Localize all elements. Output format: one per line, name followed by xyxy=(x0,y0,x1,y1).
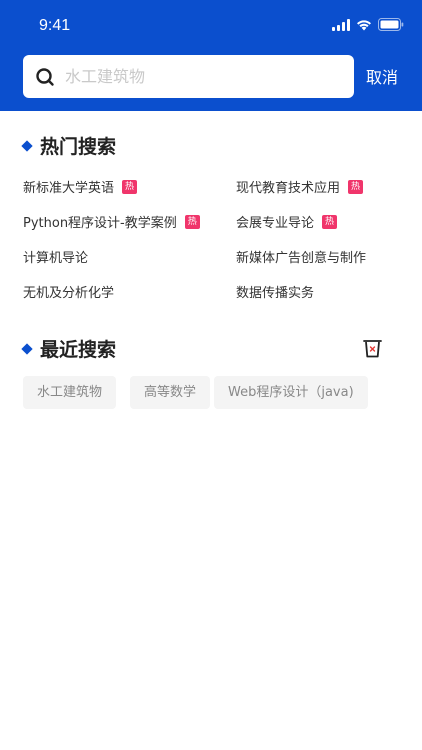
hot-badge: 热 xyxy=(122,179,138,194)
trash-icon[interactable] xyxy=(363,339,382,358)
hot-badge: 热 xyxy=(348,179,364,194)
hot-item[interactable]: 计算机导论 xyxy=(23,247,88,266)
hot-item[interactable]: 会展专业导论 热 xyxy=(236,212,338,231)
hot-item[interactable]: 现代教育技术应用 热 xyxy=(236,177,364,196)
hot-item-label: 现代教育技术应用 xyxy=(236,181,341,196)
hot-item-label: Python程序设计-教学案例 xyxy=(23,216,177,231)
status-bar: 9:41 xyxy=(0,0,422,50)
wifi-icon xyxy=(356,19,372,31)
hot-search-heading: 热门搜索 xyxy=(21,132,117,159)
cancel-button[interactable]: 取消 xyxy=(366,64,398,88)
hot-item-label: 无机及分析化学 xyxy=(23,286,115,301)
status-icons xyxy=(332,18,404,31)
diamond-bullet-icon xyxy=(21,139,33,152)
hot-item[interactable]: Python程序设计-教学案例 热 xyxy=(23,212,200,231)
hot-badge: 热 xyxy=(322,214,338,229)
status-time: 9:41 xyxy=(39,17,71,34)
header-bar: 9:41 水工建筑物 取消 xyxy=(0,0,422,111)
hot-item[interactable]: 新标准大学英语 热 xyxy=(23,177,138,196)
recent-search-chip[interactable]: 水工建筑物 xyxy=(23,376,117,409)
hot-search-title: 热门搜索 xyxy=(40,136,117,158)
hot-item[interactable]: 无机及分析化学 xyxy=(23,282,114,301)
signal-icon xyxy=(332,18,350,31)
hot-item[interactable]: 新媒体广告创意与制作 xyxy=(236,247,366,266)
search-input[interactable] xyxy=(65,63,345,90)
recent-search-chip[interactable]: 高等数学 xyxy=(130,376,211,409)
search-box[interactable] xyxy=(23,55,354,98)
hot-item-label: 新标准大学英语 xyxy=(23,181,115,196)
diamond-bullet-icon xyxy=(21,342,33,355)
recent-search-heading: 最近搜索 xyxy=(21,335,117,362)
hot-item-label: 数据传播实务 xyxy=(236,286,315,301)
hot-item[interactable]: 数据传播实务 xyxy=(236,282,314,301)
search-icon xyxy=(36,68,54,86)
hot-badge: 热 xyxy=(184,214,200,229)
recent-search-chip[interactable]: Web程序设计（java) xyxy=(214,376,368,409)
hot-item-label: 新媒体广告创意与制作 xyxy=(236,251,367,266)
recent-search-title: 最近搜索 xyxy=(40,339,117,361)
hot-item-label: 计算机导论 xyxy=(23,251,89,266)
hot-item-label: 会展专业导论 xyxy=(236,216,315,231)
battery-icon xyxy=(378,18,404,31)
